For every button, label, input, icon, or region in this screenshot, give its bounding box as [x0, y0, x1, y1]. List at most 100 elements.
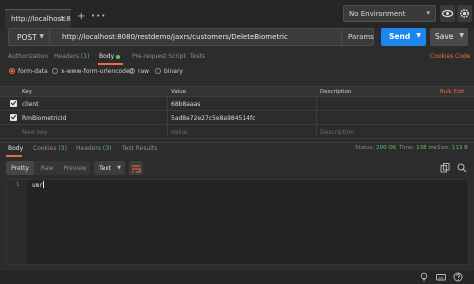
size-readout: Size: 113 B [437, 145, 468, 151]
wrap-lines-button[interactable] [129, 161, 143, 175]
lightbulb-icon[interactable] [419, 272, 429, 282]
tab-headers-count: (1) [80, 53, 90, 60]
row-value[interactable]: 68b8aaas [171, 101, 200, 108]
radio-form-data[interactable]: form-data [9, 68, 48, 75]
radio-urlencoded[interactable]: x-www-form-urlencoded [52, 68, 133, 75]
new-value-input[interactable]: Value [171, 129, 187, 136]
url-input[interactable]: http://localhost:8080/restdemo/jaxrs/cus… [50, 28, 342, 46]
row-value[interactable]: 5ad8e72e27c5e8a984514fc [171, 115, 255, 122]
resp-tab-headers-count: (3) [102, 145, 112, 152]
request-tabs: Authorization Headers (1) Body Pre-reque… [0, 51, 474, 66]
environment-select[interactable]: No Environment ▾ [343, 5, 436, 22]
method-select-label: POST [17, 33, 37, 42]
send-button-label: Send [389, 32, 411, 41]
help-icon[interactable] [453, 272, 463, 282]
status-value: 200 OK [376, 145, 397, 151]
resp-tab-headers-label: Headers [76, 145, 101, 152]
time-value: 138 ms [416, 145, 437, 151]
radio-selected-icon [9, 68, 15, 74]
view-mode-toggle: Pretty Raw Preview [6, 161, 90, 175]
eye-icon [441, 9, 454, 18]
active-tab-indicator [6, 155, 22, 157]
tab-headers[interactable]: Headers (1) [54, 53, 89, 60]
chevron-down-icon: ▼ [459, 32, 464, 39]
search-icon[interactable] [457, 163, 467, 173]
response-toolbar: Pretty Raw Preview Text ▼ [0, 161, 474, 176]
line-number: 1 [16, 182, 20, 188]
method-select[interactable]: POST ▼ [8, 28, 50, 46]
response-body-editor[interactable]: 1 umr [6, 179, 469, 265]
manage-environments-button[interactable] [457, 5, 472, 22]
resp-tab-body[interactable]: Body [8, 145, 23, 152]
text-caret [42, 181, 44, 188]
time-label: Time: [399, 145, 415, 151]
format-select[interactable]: Text ▼ [94, 161, 125, 175]
new-key-input[interactable]: New key [22, 129, 48, 136]
row-enabled-checkbox[interactable] [10, 114, 17, 121]
col-key: Key [22, 89, 32, 95]
radio-urlencoded-label: x-www-form-urlencoded [61, 68, 134, 75]
copy-icon[interactable] [440, 163, 450, 173]
response-content: umr [32, 181, 44, 189]
postman-window: http://localhost:8080/ × + ••• No Enviro… [0, 0, 474, 284]
resp-tab-test-results[interactable]: Test Results [122, 145, 157, 152]
radio-raw-label: raw [138, 68, 150, 75]
table-row-new: New key Value Description [0, 125, 474, 139]
col-value: Value [171, 89, 187, 95]
tab-prerequest-script[interactable]: Pre-request Script [132, 53, 186, 60]
chevron-down-icon: ▼ [117, 165, 121, 171]
radio-binary-label: binary [164, 68, 183, 75]
request-tab[interactable]: http://localhost:8080/ × [5, 9, 71, 28]
view-preview-button[interactable]: Preview [60, 161, 90, 175]
col-description: Description [320, 89, 352, 95]
bulk-edit-link[interactable]: Bulk Edit [440, 89, 464, 95]
cookies-link[interactable]: Cookies [430, 53, 454, 60]
chevron-down-icon: ▼ [416, 32, 421, 39]
url-text: http://localhost:8080/restdemo/jaxrs/cus… [62, 33, 288, 41]
send-button[interactable]: Send ▼ [381, 28, 426, 46]
tab-tests[interactable]: Tests [190, 53, 205, 60]
keyboard-icon[interactable] [436, 272, 446, 282]
row-key[interactable]: client [22, 101, 38, 108]
tab-body-label: Body [99, 53, 115, 60]
time-readout: Time: 138 ms [399, 145, 437, 151]
resp-tab-cookies[interactable]: Cookies (3) [33, 145, 67, 152]
params-button[interactable]: Params [342, 28, 374, 46]
active-dot-icon [116, 54, 121, 59]
new-description-input[interactable]: Description [320, 129, 354, 136]
resp-tab-cookies-label: Cookies [33, 145, 57, 152]
line-gutter: 1 [7, 180, 27, 264]
radio-icon [129, 68, 135, 74]
active-tab-indicator [98, 63, 123, 65]
quick-look-button[interactable] [440, 5, 455, 22]
save-button[interactable]: Save ▼ [430, 28, 468, 46]
close-tab-icon[interactable]: × [59, 14, 66, 23]
radio-form-data-label: form-data [18, 68, 48, 75]
chevron-down-icon: ▾ [426, 9, 430, 17]
radio-icon [155, 68, 161, 74]
code-link[interactable]: Code [455, 53, 470, 60]
body-type-radios: form-data x-www-form-urlencoded raw bina… [0, 68, 474, 80]
gear-icon [460, 9, 469, 18]
radio-binary[interactable]: binary [155, 68, 183, 75]
size-value: 113 B [451, 145, 468, 151]
wrap-lines-icon [132, 165, 141, 173]
radio-raw[interactable]: raw [129, 68, 149, 75]
resp-tab-cookies-count: (3) [58, 145, 67, 152]
resp-tab-headers[interactable]: Headers (3) [76, 145, 111, 152]
row-key[interactable]: RmBiometricId [22, 115, 66, 122]
add-tab-button[interactable]: + [77, 11, 85, 22]
pane-divider[interactable] [0, 142, 474, 143]
view-raw-button[interactable]: Raw [34, 161, 60, 175]
save-button-label: Save [435, 32, 454, 41]
column-divider [316, 97, 317, 136]
tab-bar: http://localhost:8080/ × + ••• No Enviro… [0, 0, 474, 28]
more-tabs-icon[interactable]: ••• [91, 12, 106, 20]
tab-headers-label: Headers [54, 53, 79, 60]
tab-body[interactable]: Body [99, 53, 121, 60]
tab-authorization[interactable]: Authorization [8, 53, 48, 60]
view-pretty-button[interactable]: Pretty [6, 161, 34, 175]
row-enabled-checkbox[interactable] [10, 100, 17, 107]
table-row: RmBiometricId 5ad8e72e27c5e8a984514fc [0, 111, 474, 125]
chevron-down-icon: ▼ [39, 33, 44, 40]
